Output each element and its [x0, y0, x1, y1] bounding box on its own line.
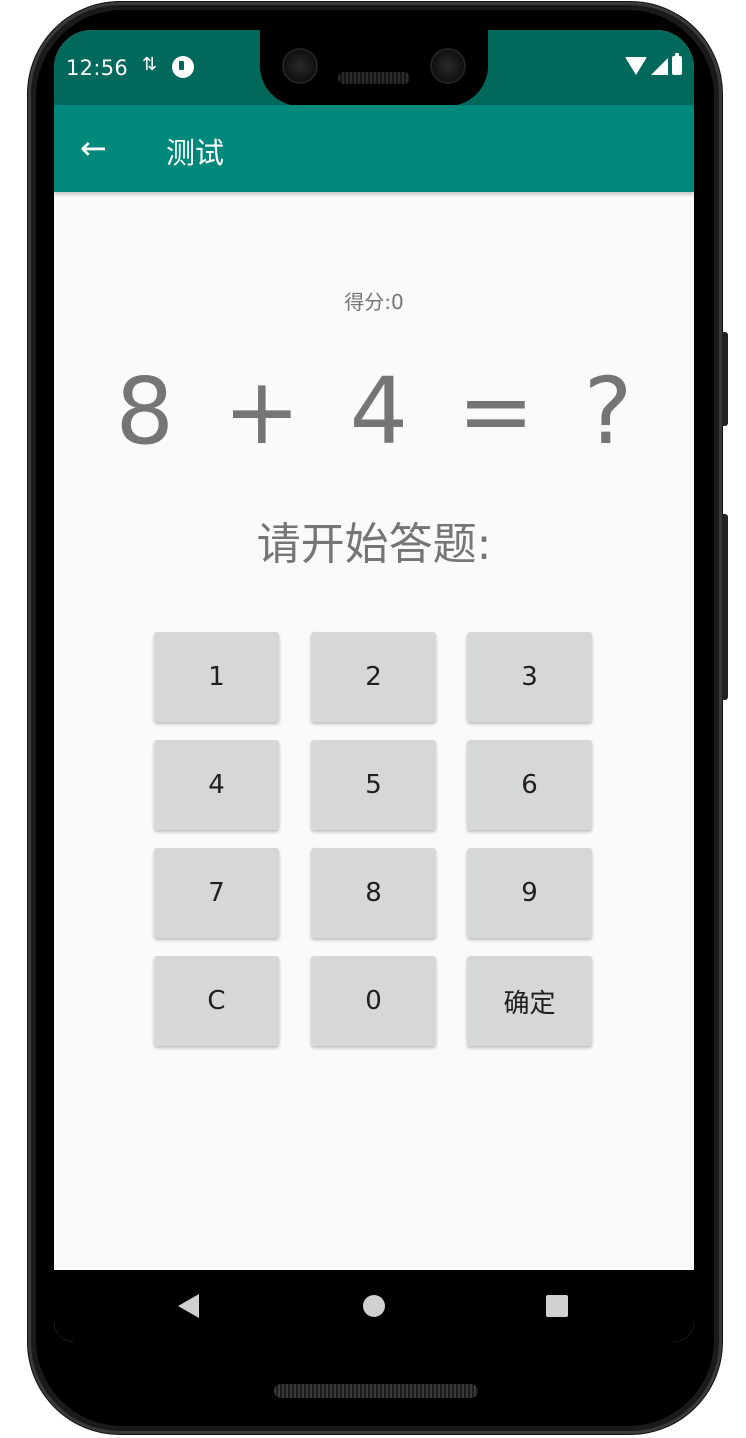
recents-square-icon[interactable]	[546, 1295, 568, 1317]
home-circle-icon[interactable]	[363, 1295, 385, 1317]
key-8-button[interactable]: 8	[311, 848, 436, 938]
status-time: 12:56	[66, 56, 129, 80]
wifi-icon	[625, 57, 647, 75]
key-6-button[interactable]: 6	[467, 740, 592, 830]
page-title: 测试	[166, 136, 225, 170]
clear-button[interactable]: C	[154, 956, 279, 1046]
key-4-button[interactable]: 4	[154, 740, 279, 830]
front-camera-icon	[282, 48, 318, 84]
navigation-bar	[54, 1270, 694, 1342]
key-0-button[interactable]: 0	[311, 956, 436, 1046]
earpiece-speaker	[338, 72, 410, 84]
notification-badge-icon	[172, 56, 194, 78]
volume-button	[722, 514, 728, 700]
app-bar: ← 测试	[54, 105, 694, 192]
battery-icon	[672, 53, 682, 75]
front-camera-icon	[430, 48, 466, 84]
bottom-speaker	[274, 1384, 478, 1398]
key-2-button[interactable]: 2	[311, 632, 436, 722]
sync-icon: ⇅	[142, 54, 158, 75]
score-label: 得分:0	[344, 290, 404, 314]
key-3-button[interactable]: 3	[467, 632, 592, 722]
camera-notch	[260, 30, 488, 106]
key-9-button[interactable]: 9	[467, 848, 592, 938]
back-triangle-icon[interactable]	[178, 1294, 199, 1318]
screen: 12:56 ⇅ ← 测试 得分:0 8 + 4 = ? 请开始答题: 1 2 3…	[54, 30, 694, 1342]
prompt-text: 请开始答题:	[256, 519, 492, 570]
signal-icon	[651, 58, 668, 75]
key-5-button[interactable]: 5	[311, 740, 436, 830]
key-1-button[interactable]: 1	[154, 632, 279, 722]
back-arrow-icon[interactable]: ←	[80, 132, 110, 164]
question-text: 8 + 4 = ?	[115, 358, 633, 465]
power-button	[722, 332, 728, 426]
key-7-button[interactable]: 7	[154, 848, 279, 938]
status-icons	[625, 53, 682, 75]
confirm-button[interactable]: 确定	[467, 956, 592, 1046]
